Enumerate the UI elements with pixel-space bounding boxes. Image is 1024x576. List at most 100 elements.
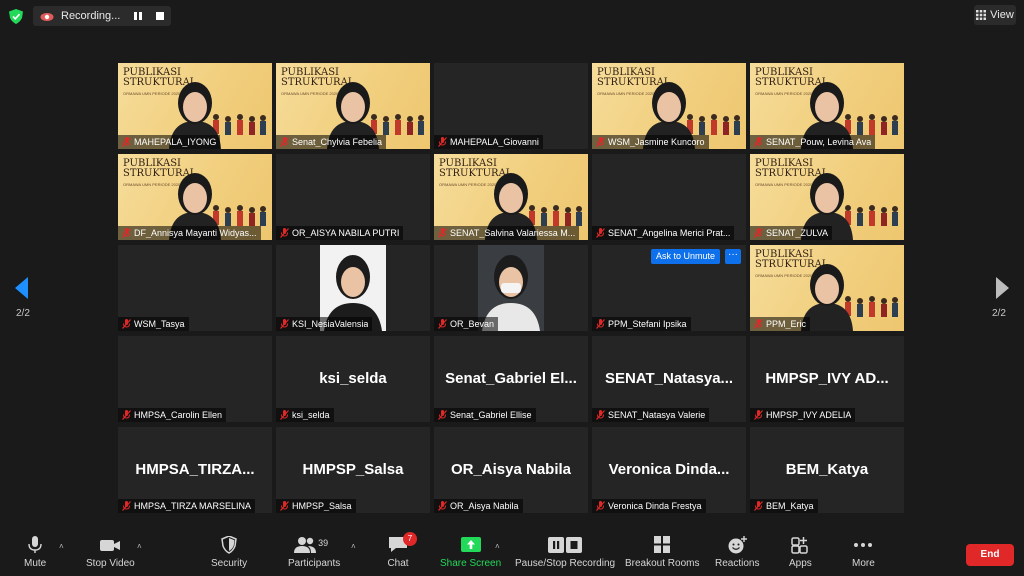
- participant-nameplate: HMPSA_TIRZA MARSELINA: [118, 499, 256, 513]
- view-button[interactable]: View: [974, 5, 1016, 25]
- muted-microphone-icon: [122, 137, 131, 147]
- participant-tile[interactable]: PUBLIKASI STRUKTURAL ORMAWA UMN PERIODE 2…: [276, 63, 430, 149]
- ask-to-unmute-button[interactable]: Ask to Unmute: [651, 249, 721, 264]
- participant-tile[interactable]: HMPSP_IVY AD... HMPSP_IVY ADELIA: [750, 336, 904, 422]
- participant-tile[interactable]: PUBLIKASI STRUKTURAL ORMAWA UMN PERIODE 2…: [750, 154, 904, 240]
- participant-name: MAHEPALA_Giovanni: [450, 137, 539, 147]
- muted-microphone-icon: [122, 410, 131, 420]
- participant-nameplate: OR_AISYA NABILA PUTRI: [276, 226, 404, 240]
- share-screen-label: Share Screen: [440, 558, 502, 569]
- microphone-icon: [28, 536, 42, 553]
- participant-nameplate: OR_Aisya Nabila: [434, 499, 523, 513]
- participant-tile[interactable]: HMPSA_Carolin Ellen: [118, 336, 272, 422]
- participant-tile[interactable]: PUBLIKASI STRUKTURAL ORMAWA UMN PERIODE 2…: [750, 245, 904, 331]
- muted-microphone-icon: [438, 228, 447, 238]
- reactions-smiley-icon: [728, 536, 748, 554]
- chat-button[interactable]: 7 Chat: [387, 532, 417, 569]
- participant-name: SENAT_Salvina Valariessa M...: [450, 228, 576, 238]
- participant-tile[interactable]: SENAT_Natasya... SENAT_Natasya Valerie: [592, 336, 746, 422]
- grid-icon: [976, 10, 987, 20]
- participant-tile[interactable]: SENAT_Angelina Merici Prat...: [592, 154, 746, 240]
- participant-tile[interactable]: PUBLIKASI STRUKTURAL ORMAWA UMN PERIODE 2…: [434, 154, 588, 240]
- next-page-arrow-icon[interactable]: [994, 276, 1010, 300]
- participant-name: HMPSP_IVY ADELIA: [766, 410, 852, 420]
- participant-tile[interactable]: KSI_NesiaValensia: [276, 245, 430, 331]
- muted-microphone-icon: [122, 228, 131, 238]
- participant-nameplate: HMPSA_Carolin Ellen: [118, 408, 227, 422]
- stop-video-label: Stop Video: [86, 558, 135, 569]
- participant-tile[interactable]: OR_Aisya Nabila OR_Aisya Nabila: [434, 427, 588, 513]
- reactions-button[interactable]: Reactions: [715, 536, 759, 569]
- end-meeting-button[interactable]: End: [966, 544, 1014, 566]
- participant-tile[interactable]: PUBLIKASI STRUKTURAL ORMAWA UMN PERIODE 2…: [592, 63, 746, 149]
- reactions-label: Reactions: [715, 558, 760, 569]
- participant-display-name: ksi_selda: [319, 370, 387, 387]
- participants-count: 39: [318, 538, 329, 548]
- share-options-caret[interactable]: ˄: [495, 542, 500, 551]
- participant-display-name: SENAT_Natasya...: [604, 370, 734, 387]
- participants-options-caret[interactable]: ˄: [351, 542, 356, 551]
- participants-label: Participants: [288, 558, 341, 569]
- participant-tile[interactable]: OR_AISYA NABILA PUTRI: [276, 154, 430, 240]
- stop-icon[interactable]: [153, 9, 167, 23]
- participant-nameplate: SENAT_Pouw, Levina Ava: [750, 135, 876, 149]
- participants-icon: [294, 537, 317, 553]
- participant-display-name: BEM_Katya: [785, 461, 869, 478]
- muted-microphone-icon: [596, 319, 605, 329]
- mute-button[interactable]: Mute: [24, 536, 46, 569]
- participant-tile[interactable]: Veronica Dinda... Veronica Dinda Frestya: [592, 427, 746, 513]
- security-button[interactable]: Security: [211, 536, 247, 569]
- participant-tile[interactable]: Senat_Gabriel El... Senat_Gabriel Ellise: [434, 336, 588, 422]
- participant-nameplate: Senat_Chylvia Febelia: [276, 135, 387, 149]
- participant-tile[interactable]: Ask to Unmute ··· PPM_Stefani Ipsika: [592, 245, 746, 331]
- muted-microphone-icon: [596, 137, 605, 147]
- previous-page-arrow-icon[interactable]: [14, 276, 30, 300]
- participant-tile[interactable]: HMPSA_TIRZA... HMPSA_TIRZA MARSELINA: [118, 427, 272, 513]
- breakout-rooms-button[interactable]: Breakout Rooms: [625, 536, 699, 569]
- muted-microphone-icon: [280, 410, 289, 420]
- pause-stop-recording-label: Pause/Stop Recording: [515, 558, 616, 569]
- participant-name: DF_Annisya Mayanti Widyas...: [134, 228, 257, 238]
- participant-nameplate: OR_Bevan: [434, 317, 499, 331]
- participant-name: SENAT_Natasya Valerie: [608, 410, 706, 420]
- chat-unread-badge: 7: [403, 532, 417, 546]
- participant-nameplate: PPM_Stefani Ipsika: [592, 317, 691, 331]
- participant-nameplate: Senat_Gabriel Ellise: [434, 408, 536, 422]
- share-screen-button[interactable]: Share Screen: [440, 536, 501, 569]
- page-indicator-right: 2/2: [992, 308, 1006, 319]
- participant-nameplate: BEM_Katya: [750, 499, 818, 513]
- participant-tile[interactable]: MAHEPALA_Giovanni: [434, 63, 588, 149]
- participants-button[interactable]: 39 Participants: [288, 536, 340, 569]
- participant-display-name: Veronica Dinda...: [608, 461, 730, 478]
- muted-microphone-icon: [438, 410, 447, 420]
- pause-icon[interactable]: [131, 9, 145, 23]
- participant-tile[interactable]: PUBLIKASI STRUKTURAL ORMAWA UMN PERIODE 2…: [118, 154, 272, 240]
- video-options-caret[interactable]: ˄: [137, 542, 142, 551]
- apps-button[interactable]: Apps: [789, 536, 812, 569]
- muted-microphone-icon: [438, 137, 447, 147]
- participant-nameplate: HMPSP_IVY ADELIA: [750, 408, 856, 422]
- mute-options-caret[interactable]: ˄: [59, 542, 64, 551]
- breakout-rooms-label: Breakout Rooms: [625, 558, 700, 569]
- participant-tile[interactable]: OR_Bevan: [434, 245, 588, 331]
- more-button[interactable]: More: [852, 536, 875, 569]
- muted-microphone-icon: [280, 319, 289, 329]
- stop-video-button[interactable]: Stop Video: [86, 536, 135, 569]
- chat-label: Chat: [387, 558, 409, 569]
- recording-cloud-icon: [40, 13, 54, 21]
- pause-stop-recording-button[interactable]: Pause/Stop Recording: [515, 536, 615, 569]
- participant-more-button[interactable]: ···: [725, 249, 741, 264]
- participant-nameplate: WSM_Jasmine Kuncoro: [592, 135, 709, 149]
- participant-tile[interactable]: ksi_selda ksi_selda: [276, 336, 430, 422]
- shield-icon[interactable]: [9, 9, 23, 24]
- participant-tile[interactable]: PUBLIKASI STRUKTURAL ORMAWA UMN PERIODE 2…: [118, 63, 272, 149]
- participant-nameplate: DF_Annisya Mayanti Widyas...: [118, 226, 261, 240]
- recording-indicator[interactable]: Recording...: [33, 6, 171, 26]
- participant-tile[interactable]: WSM_Tasya: [118, 245, 272, 331]
- participant-tile[interactable]: HMPSP_Salsa HMPSP_Salsa: [276, 427, 430, 513]
- participant-nameplate: MAHEPALA_IYONG: [118, 135, 221, 149]
- participant-tile[interactable]: PUBLIKASI STRUKTURAL ORMAWA UMN PERIODE 2…: [750, 63, 904, 149]
- apps-icon: [791, 537, 809, 554]
- participant-name: SENAT_Angelina Merici Prat...: [608, 228, 731, 238]
- participant-tile[interactable]: BEM_Katya BEM_Katya: [750, 427, 904, 513]
